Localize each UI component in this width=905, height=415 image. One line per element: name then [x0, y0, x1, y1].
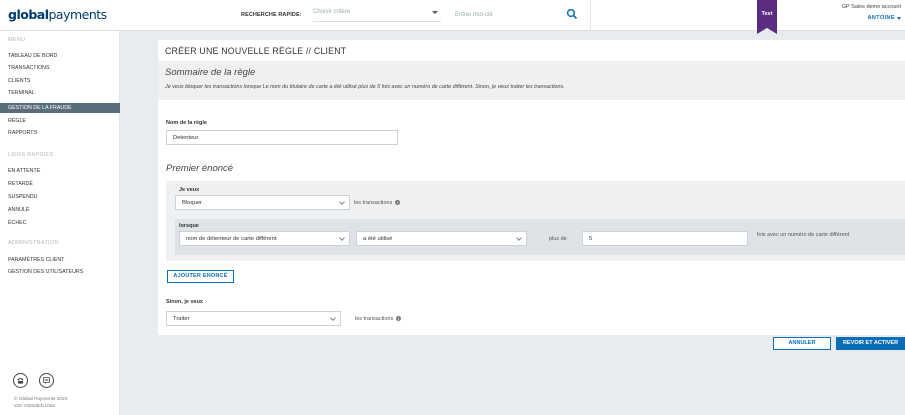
statement-block: Je veux Bloquer les transactions i lorsq… [166, 181, 905, 261]
logo[interactable]: globalpayments [8, 7, 107, 22]
chevron-down-icon [330, 315, 336, 321]
summary-title: Sommaire de la règle [165, 67, 256, 78]
copyright: © Global Payments 2023 v25-7d450bdc10a4 [14, 397, 68, 409]
transactions-text: les transactions i [354, 200, 400, 206]
add-statement-button[interactable]: AJOUTER ENONCÉ [167, 270, 234, 283]
chat-icon[interactable] [39, 373, 54, 388]
keyword-placeholder: Entrer mot-clé [455, 12, 493, 18]
sidebar-item-cancelled[interactable]: ANNULÉ [0, 205, 120, 215]
else-label: Sinon, je veux [166, 299, 203, 305]
when-label: lorsque [179, 223, 199, 229]
version: v25-7d450bdc10a4 [14, 403, 56, 409]
sidebar-item-fraud[interactable]: GESTION DE LA FRAUDE [0, 103, 120, 113]
sidebar-item-rule[interactable]: RÈGLE [0, 116, 120, 126]
sidebar-item-user-management[interactable]: GESTION DES UTILISATEURS [0, 267, 120, 277]
account-name: GP Sales demo account [841, 4, 901, 10]
rule-summary: Sommaire de la règle Je veux bloquer les… [158, 61, 905, 100]
rule-name-input[interactable]: Detenteur [166, 130, 398, 145]
count-input[interactable]: 5 [582, 231, 748, 246]
quick-search-label: RECHERCHE RAPIDE: [241, 12, 302, 18]
action-select[interactable]: Bloquer [175, 195, 350, 210]
chevron-down-icon [339, 235, 345, 241]
want-label: Je veux [179, 187, 200, 193]
condition-row: lorsque nom de détenteur de carte différ… [175, 219, 905, 255]
sidebar-item-clients[interactable]: CLIENTS [0, 76, 120, 86]
search-icon[interactable] [566, 8, 578, 20]
condition-select[interactable]: nom de détenteur de carte différent [179, 231, 350, 246]
top-header: globalpayments RECHERCHE RAPIDE: Choisir… [0, 0, 905, 34]
rule-form-panel: CRÉER UNE NOUVELLE RÈGLE // CLIENT Somma… [158, 40, 905, 335]
sidebar-heading-admin: ADMINISTRATION [8, 240, 59, 246]
page-title: CRÉER UNE NOUVELLE RÈGLE // CLIENT [165, 46, 347, 56]
review-activate-button[interactable]: REVOIR ET ACTIVER [836, 337, 905, 350]
sidebar-item-pending[interactable]: EN ATTENTE [0, 166, 120, 176]
info-icon: i [395, 316, 401, 321]
sidebar-item-reports[interactable]: RAPPORTS [0, 128, 120, 138]
sidebar-item-delayed[interactable]: RETARDÉ [0, 179, 120, 189]
sidebar-heading-quick-links: LIENS RAPIDES [8, 152, 54, 158]
sidebar-item-client-settings[interactable]: PARAMÈTRES CLIENT [0, 255, 120, 265]
phone-icon[interactable] [13, 373, 28, 388]
sidebar-item-suspended[interactable]: SUSPENDU [0, 192, 120, 202]
chevron-down-icon [516, 235, 522, 241]
header-divider [590, 0, 591, 31]
statement-title: Premier énoncé [166, 163, 234, 174]
criteria-placeholder: Choisir critère [313, 9, 351, 15]
sidebar-item-failed[interactable]: ÉCHEC [0, 218, 120, 228]
else-action-select[interactable]: Traiter [166, 311, 341, 326]
user-menu[interactable]: ANTOINE [868, 15, 895, 21]
else-transactions-text: les transactions i [355, 316, 401, 322]
sidebar-item-dashboard[interactable]: TABLEAU DE BORD [0, 51, 120, 61]
chevron-down-icon [432, 11, 438, 14]
sidebar-item-terminal[interactable]: TERMINAL [0, 88, 120, 98]
sidebar: MENU TABLEAU DE BORD TRANSACTIONS CLIENT… [0, 31, 120, 415]
summary-text: Je veux bloquer les transactions lorsque… [165, 84, 565, 90]
operator-select[interactable]: a été utilisé [356, 231, 527, 246]
criteria-select[interactable]: Choisir critère [313, 6, 441, 22]
env-badge: Test [757, 0, 777, 34]
sidebar-item-transactions[interactable]: TRANSACTIONS [0, 63, 120, 73]
cancel-button[interactable]: ANNULER [773, 337, 831, 350]
sidebar-heading-menu: MENU [8, 37, 26, 43]
info-icon: i [394, 200, 400, 205]
more-than-text: plus de [549, 236, 567, 242]
suffix-text: fois avec un numéro de carte différent [757, 232, 850, 238]
chevron-down-icon [339, 199, 345, 205]
chevron-down-icon[interactable] [897, 17, 901, 20]
rule-name-label: Nom de la règle [166, 120, 207, 126]
